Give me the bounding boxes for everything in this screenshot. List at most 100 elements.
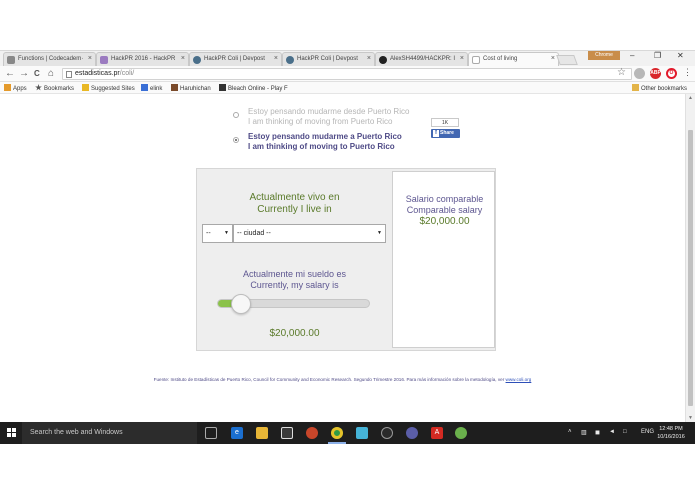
bookmark-apps[interactable]: Apps bbox=[4, 84, 27, 92]
bookmarks-bar: Apps Bookmarks Suggested Sites elink Har… bbox=[0, 82, 695, 94]
top-blank-area bbox=[0, 0, 695, 50]
tab-close-icon[interactable]: × bbox=[88, 55, 92, 62]
eclipse-icon[interactable] bbox=[406, 427, 418, 439]
browser-toolbar: ← → C ⌂ estadisticas.pr/coli/ ☆ ABP O ⋮ bbox=[0, 66, 695, 82]
bookmark-bleach-online[interactable]: Bleach Online - Play F bbox=[219, 84, 288, 92]
notifications-icon[interactable]: □ bbox=[623, 429, 627, 435]
tab-close-icon[interactable]: × bbox=[181, 55, 185, 62]
chevron-down-icon: ▼ bbox=[377, 230, 382, 236]
page-icon bbox=[472, 56, 480, 64]
page-info-icon[interactable] bbox=[66, 71, 72, 78]
salary-label: Actualmente mi sueldo es Currently, my s… bbox=[197, 269, 392, 291]
option-to-line1: Estoy pensando mudarme a Puerto Rico bbox=[248, 132, 402, 141]
live-in-line2: Currently I live in bbox=[257, 204, 332, 215]
tab-favicon-icon bbox=[100, 56, 108, 64]
scrollbar-thumb[interactable] bbox=[688, 130, 693, 406]
facebook-icon: f bbox=[433, 130, 439, 137]
bottom-blank-area bbox=[0, 444, 695, 494]
tab-favicon-icon bbox=[193, 56, 201, 64]
minimize-icon[interactable]: – bbox=[630, 51, 634, 60]
bookmark-label: Bookmarks bbox=[44, 86, 75, 92]
facebook-share-button[interactable]: f Share bbox=[431, 129, 460, 138]
forward-arrow-icon[interactable]: → bbox=[19, 67, 29, 80]
home-icon[interactable]: ⌂ bbox=[48, 67, 54, 80]
tab-devpost-2[interactable]: HackPR Coli | Devpost × bbox=[282, 52, 375, 67]
bookmark-elink[interactable]: elink bbox=[141, 84, 162, 92]
tab-codecademy[interactable]: Functions | Codecadem· × bbox=[3, 52, 96, 67]
tab-close-icon[interactable]: × bbox=[367, 55, 371, 62]
tab-cost-of-living[interactable]: Cost of living × bbox=[468, 52, 559, 67]
edge-icon[interactable]: e bbox=[231, 427, 243, 439]
volume-icon[interactable]: ◄ bbox=[609, 429, 615, 435]
chrome-user-button[interactable]: Chrome bbox=[588, 51, 620, 60]
tray-app-icon[interactable]: ◼ bbox=[595, 429, 600, 436]
cloud-extension-icon[interactable] bbox=[634, 68, 645, 79]
tab-github[interactable]: AlexSH4499/HACKPR: I × bbox=[375, 52, 468, 67]
reload-icon[interactable]: C bbox=[34, 67, 40, 80]
tab-devpost-1[interactable]: HackPR Coli | Devpost × bbox=[189, 52, 282, 67]
network-icon[interactable]: ▥ bbox=[581, 429, 587, 436]
tab-close-icon[interactable]: × bbox=[460, 55, 464, 62]
scroll-up-icon[interactable]: ▲ bbox=[688, 95, 693, 101]
salary-slider-handle[interactable] bbox=[231, 294, 252, 314]
tab-title: HackPR 2016 - HackPR bbox=[111, 56, 176, 62]
address-domain: estadisticas.pr bbox=[75, 70, 120, 77]
media-icon[interactable] bbox=[306, 427, 318, 439]
star-icon bbox=[35, 84, 42, 91]
bookmark-star-icon[interactable]: ☆ bbox=[617, 67, 626, 78]
radio-moving-from[interactable] bbox=[233, 112, 239, 118]
apps-grid-icon bbox=[4, 84, 11, 91]
tab-title: HackPR Coli | Devpost bbox=[297, 56, 358, 62]
taskbar-search-box[interactable]: Search the web and Windows bbox=[22, 422, 197, 444]
adblock-icon[interactable]: ABP bbox=[650, 68, 661, 79]
new-tab-button[interactable] bbox=[556, 55, 578, 65]
bookmark-label: elink bbox=[150, 86, 163, 92]
tab-title: HackPR Coli | Devpost bbox=[204, 56, 265, 62]
back-arrow-icon[interactable]: ← bbox=[5, 67, 15, 80]
tab-title: AlexSH4499/HACKPR: I bbox=[390, 56, 456, 62]
tab-title: Cost of living bbox=[483, 56, 518, 62]
bookmark-bookmarks[interactable]: Bookmarks bbox=[35, 84, 74, 92]
tray-chevron-icon[interactable]: ˄ bbox=[568, 429, 572, 435]
close-window-icon[interactable]: ✕ bbox=[677, 51, 684, 60]
coli-link[interactable]: www.coli.org bbox=[506, 377, 532, 382]
language-indicator[interactable]: ENG bbox=[641, 429, 654, 435]
menu-icon[interactable]: ⋮ bbox=[683, 67, 692, 78]
app-icon[interactable] bbox=[356, 427, 368, 439]
comparable-label-line1: Salario comparable bbox=[405, 194, 484, 204]
taskbar-clock[interactable]: 12:48 PM 10/16/2016 bbox=[655, 425, 687, 441]
state-select[interactable]: -- ▼ bbox=[202, 224, 233, 243]
source-footnote: Fuente: Instituto de Estadísticas de Pue… bbox=[0, 377, 685, 382]
scroll-down-icon[interactable]: ▼ bbox=[688, 415, 693, 421]
tab-close-icon[interactable]: × bbox=[274, 55, 278, 62]
clock-time: 12:48 PM bbox=[659, 426, 683, 432]
store-icon[interactable] bbox=[281, 427, 293, 439]
address-bar[interactable]: estadisticas.pr/coli/ bbox=[62, 68, 632, 80]
chrome-icon[interactable] bbox=[331, 427, 343, 439]
option-moving-from-label[interactable]: Estoy pensando mudarme desde Puerto Rico… bbox=[248, 107, 409, 127]
other-bookmarks[interactable]: Other bookmarks bbox=[632, 84, 687, 92]
facebook-share-count: 1K bbox=[431, 118, 459, 127]
address-path: /coli/ bbox=[119, 70, 135, 77]
task-view-icon[interactable] bbox=[205, 427, 217, 439]
source-footnote-text: Fuente: Instituto de Estadísticas de Pue… bbox=[153, 377, 506, 382]
windows-start-icon[interactable] bbox=[7, 428, 17, 438]
bookmark-haruhichan[interactable]: Haruhichan bbox=[171, 84, 211, 92]
radio-moving-to[interactable] bbox=[233, 137, 239, 143]
acrobat-icon[interactable]: A bbox=[431, 427, 443, 439]
bookmark-label: Bleach Online - Play F bbox=[228, 86, 288, 92]
tab-title: Functions | Codecadem· bbox=[18, 56, 84, 62]
bookmark-suggested-sites[interactable]: Suggested Sites bbox=[82, 84, 135, 92]
github-icon[interactable] bbox=[381, 427, 393, 439]
page-scrollbar[interactable]: ▲ ▼ bbox=[685, 94, 695, 422]
option-moving-to-label[interactable]: Estoy pensando mudarme a Puerto Rico I a… bbox=[248, 132, 402, 152]
page-content: Estoy pensando mudarme desde Puerto Rico… bbox=[0, 94, 685, 422]
tab-hackpr[interactable]: HackPR 2016 - HackPR × bbox=[96, 52, 189, 67]
maximize-icon[interactable]: ❐ bbox=[654, 51, 661, 60]
bookmark-label: Apps bbox=[13, 86, 27, 92]
file-explorer-icon[interactable] bbox=[256, 427, 268, 439]
city-select[interactable]: -- ciudad -- ▼ bbox=[233, 224, 386, 243]
android-icon[interactable] bbox=[455, 427, 467, 439]
tab-close-icon[interactable]: × bbox=[551, 55, 555, 62]
opera-icon[interactable]: O bbox=[666, 68, 677, 79]
